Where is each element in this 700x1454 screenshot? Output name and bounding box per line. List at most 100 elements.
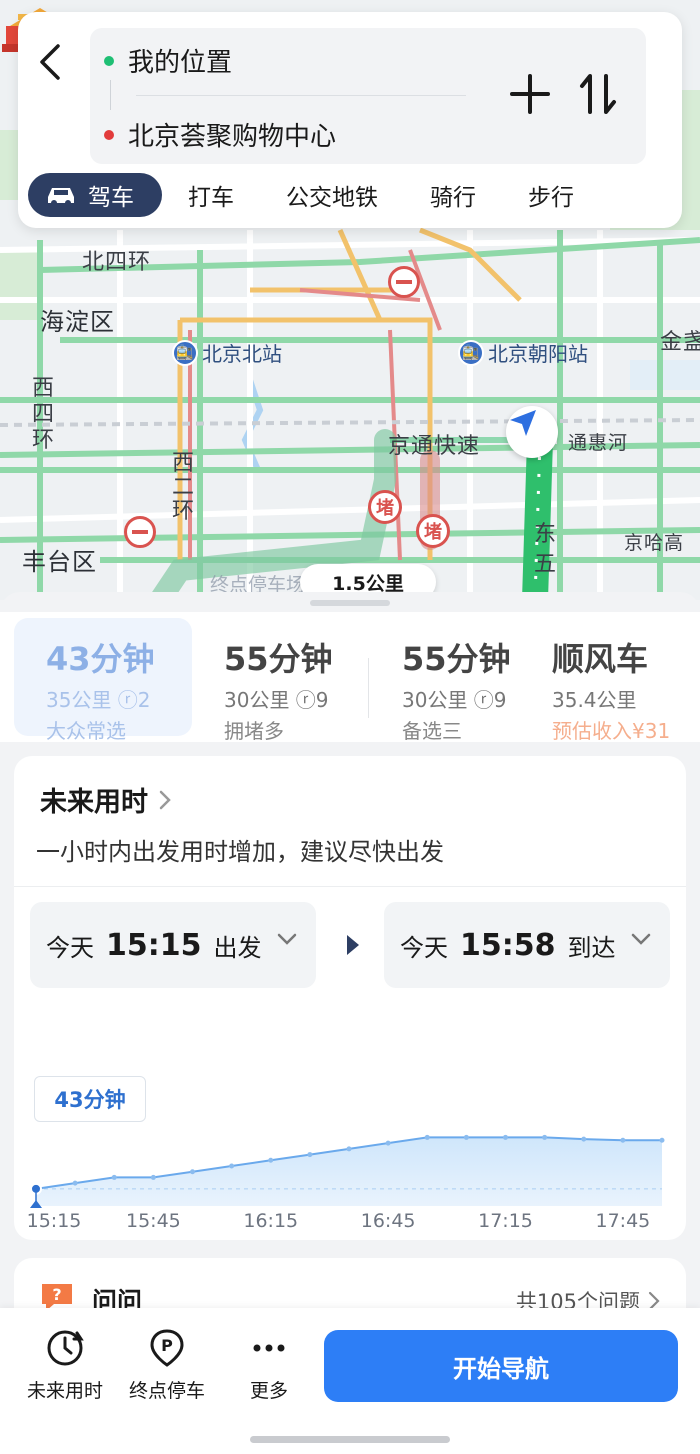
chevron-down-icon <box>631 933 651 945</box>
tab-drive[interactable]: 驾车 <box>28 173 162 217</box>
chart-point[interactable] <box>268 1157 274 1163</box>
future-time-button[interactable]: 未来用时 <box>20 1326 110 1403</box>
map-label-jinzhan: 金盏 <box>660 330 700 355</box>
train-icon: 🚉 <box>458 339 484 366</box>
tab-cycling[interactable]: 骑行 <box>430 178 476 212</box>
chart-x-tick: 17:15 <box>478 1210 533 1232</box>
depart-time-selector[interactable]: 今天 15:15 出发 <box>30 902 316 988</box>
swap-endpoints-button[interactable] <box>576 72 620 116</box>
more-dots-icon <box>253 1344 285 1352</box>
map-label-xisihuan: 西四环 <box>32 376 56 453</box>
route-meta: 35.4公里 <box>552 688 637 712</box>
svg-text:P: P <box>161 1336 173 1355</box>
route-option-1[interactable]: 43分钟 35公里 ⓡ2 大众常选 <box>14 618 192 742</box>
sheet-drag-handle[interactable] <box>310 600 390 606</box>
route-time: 55分钟 <box>224 640 333 678</box>
tab-taxi[interactable]: 打车 <box>188 178 234 212</box>
chart-point[interactable] <box>307 1152 313 1158</box>
origin-dot-icon <box>104 55 114 66</box>
parking-icon: P <box>150 1329 184 1367</box>
chart-point[interactable] <box>111 1174 117 1180</box>
tab-label: 驾车 <box>88 185 134 211</box>
parking-label: 终点停车 <box>128 1380 205 1402</box>
chart-point[interactable] <box>424 1134 430 1140</box>
no-entry-icon <box>124 516 156 548</box>
route-meta: 35公里 ⓡ2 <box>46 688 151 712</box>
station-beijingbei[interactable]: 🚉 北京北站 <box>172 338 282 367</box>
more-button[interactable]: 更多 <box>224 1326 314 1403</box>
route-sheet: 43分钟 35公里 ⓡ2 大众常选 55分钟 30公里 ⓡ9 拥堵多 55分钟 … <box>0 592 700 1454</box>
chart-point[interactable] <box>659 1137 665 1143</box>
route-endpoints: 我的位置 北京荟聚购物中心 <box>90 28 646 164</box>
map-label-fengtai: 丰台区 <box>22 548 97 576</box>
route-option-carpool[interactable]: 顺风车 35.4公里 预估收入¥31 <box>520 618 700 742</box>
route-option-2[interactable]: 55分钟 30公里 ⓡ9 拥堵多 <box>192 618 370 742</box>
chart-point[interactable] <box>72 1180 78 1186</box>
back-button[interactable] <box>32 40 72 84</box>
chart-x-tick: 15:15 <box>26 1210 82 1232</box>
future-time-card: 未来用时 一小时内出发用时增加，建议尽快出发 今天 15:15 出发 今天 15… <box>14 756 686 1240</box>
chevron-left-icon <box>40 44 60 80</box>
arrive-time: 15:58 <box>460 927 556 963</box>
endpoint-divider <box>136 95 466 96</box>
route-time: 43分钟 <box>46 640 155 678</box>
future-time-chart[interactable]: 43分钟 15:15 15:45 16:15 16:45 17:15 17:45 <box>14 1056 686 1236</box>
station-beijingchaoyang[interactable]: 🚉 北京朝阳站 <box>458 338 588 367</box>
car-icon <box>48 188 74 206</box>
chart-x-tick: 17:45 <box>595 1210 651 1232</box>
route-time: 顺风车 <box>552 640 649 678</box>
chart-point[interactable] <box>542 1134 548 1140</box>
arrive-time-selector[interactable]: 今天 15:58 到达 <box>384 902 670 988</box>
swap-vertical-icon <box>580 74 616 114</box>
add-waypoint-button[interactable] <box>508 72 552 116</box>
chart-x-tick: 16:15 <box>243 1210 299 1232</box>
route-tag: 预估收入¥31 <box>552 719 671 742</box>
home-indicator[interactable] <box>250 1436 450 1443</box>
jam-marker[interactable]: 堵 <box>368 490 402 524</box>
destination-label: 北京荟聚购物中心 <box>128 122 337 152</box>
chart-point[interactable] <box>385 1140 391 1146</box>
tab-transit[interactable]: 公交地铁 <box>286 178 378 212</box>
start-navigation-button[interactable]: 开始导航 <box>324 1330 678 1402</box>
clock-icon <box>47 1330 84 1366</box>
depart-label: 出发 <box>213 933 262 962</box>
destination-parking-button[interactable]: P 终点停车 <box>122 1326 212 1403</box>
more-label: 更多 <box>249 1380 288 1402</box>
future-subtitle: 一小时内出发用时增加，建议尽快出发 <box>36 838 444 866</box>
no-entry-icon <box>388 266 420 298</box>
train-icon: 🚉 <box>172 339 198 366</box>
divider <box>14 886 686 887</box>
connector-line <box>110 80 111 110</box>
depart-day: 今天 <box>46 933 94 962</box>
origin-field[interactable]: 我的位置 <box>104 42 232 79</box>
arrive-label: 到达 <box>567 933 616 962</box>
destination-field[interactable]: 北京荟聚购物中心 <box>104 116 336 153</box>
chart-x-tick: 16:45 <box>360 1210 416 1232</box>
map-label-beisihuan: 北四环 <box>82 250 152 275</box>
future-time-header[interactable]: 未来用时 <box>40 780 172 819</box>
chart-point[interactable] <box>229 1163 235 1169</box>
chart-point[interactable] <box>190 1169 195 1175</box>
station-label: 北京朝阳站 <box>488 342 588 366</box>
chart-x-tick: 15:45 <box>125 1210 181 1232</box>
route-options: 43分钟 35公里 ⓡ2 大众常选 55分钟 30公里 ⓡ9 拥堵多 55分钟 … <box>0 612 700 742</box>
jam-marker[interactable]: 堵 <box>416 514 450 548</box>
navigation-arrow-icon <box>510 410 536 436</box>
chart-point[interactable] <box>581 1136 587 1142</box>
arrow-right-icon <box>347 935 359 955</box>
chart-point[interactable] <box>150 1174 156 1180</box>
chart-point[interactable] <box>463 1134 469 1140</box>
future-time-label: 未来用时 <box>26 1380 103 1402</box>
chevron-down-icon <box>277 933 297 945</box>
current-location-marker[interactable] <box>506 406 558 458</box>
tab-walking[interactable]: 步行 <box>528 178 574 212</box>
chart-point[interactable] <box>620 1137 626 1143</box>
chart-point[interactable] <box>503 1134 508 1140</box>
future-title: 未来用时 <box>40 787 148 818</box>
route-tag: 拥堵多 <box>224 719 284 742</box>
map-label-tonghuihe: 通惠河 <box>568 432 629 454</box>
svg-text:?: ? <box>52 1285 61 1304</box>
depart-time: 15:15 <box>106 927 202 963</box>
chevron-right-icon <box>159 790 171 809</box>
chart-point[interactable] <box>346 1146 352 1152</box>
